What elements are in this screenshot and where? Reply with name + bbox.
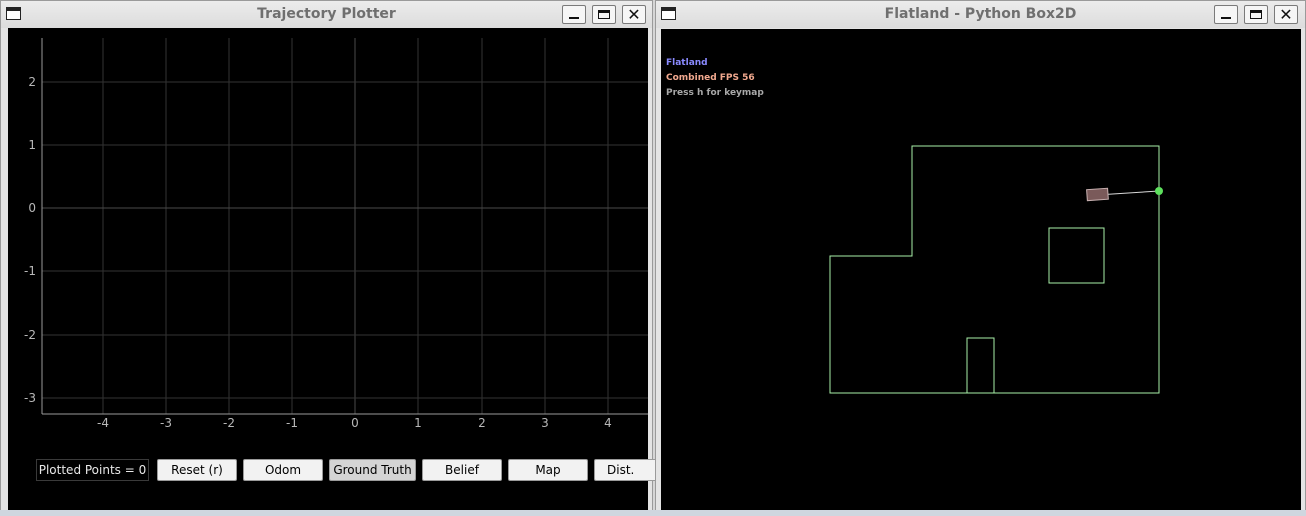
dist-button[interactable]: Dist. xyxy=(594,459,664,481)
maximize-icon[interactable] xyxy=(1244,5,1268,24)
y-tick-label: 2 xyxy=(28,75,36,89)
square-obstacle xyxy=(1048,227,1105,284)
plot-area[interactable]: 2 1 0 -1 -2 -3 -4 -3 -2 -1 0 1 2 3 4 Plo… xyxy=(8,28,664,510)
reset-button[interactable]: Reset (r) xyxy=(157,459,237,481)
x-tick-label: -2 xyxy=(223,416,235,430)
x-tick-label: -4 xyxy=(97,416,109,430)
minimize-icon[interactable] xyxy=(1214,5,1238,24)
y-tick-label: 1 xyxy=(28,138,36,152)
narrow-obstacle xyxy=(966,337,995,394)
plotter-titlebar[interactable]: Trajectory Plotter ✕ xyxy=(1,1,652,28)
flatland-title: Flatland - Python Box2D xyxy=(884,6,1077,22)
flatland-titlebar[interactable]: Flatland - Python Box2D ✕ xyxy=(656,1,1305,28)
belief-button[interactable]: Belief xyxy=(422,459,502,481)
x-tick-label: 0 xyxy=(351,416,359,430)
y-tick-label: 0 xyxy=(28,201,36,215)
x-tick-label: 4 xyxy=(604,416,612,430)
x-tick-label: 1 xyxy=(414,416,422,430)
map-button[interactable]: Map xyxy=(508,459,588,481)
close-icon[interactable]: ✕ xyxy=(622,5,646,24)
ground-truth-button[interactable]: Ground Truth xyxy=(329,459,416,481)
x-tick-label: -3 xyxy=(160,416,172,430)
taskbar-strip xyxy=(0,510,1306,516)
simulation-canvas[interactable]: Flatland Combined FPS 56 Press h for key… xyxy=(661,29,1301,510)
y-tick-label: -2 xyxy=(24,328,36,342)
x-tick-label: -1 xyxy=(286,416,298,430)
close-icon[interactable]: ✕ xyxy=(1274,5,1298,24)
plotted-points-label: Plotted Points = 0 xyxy=(36,459,149,481)
y-tick-label: -1 xyxy=(24,264,36,278)
flatland-window[interactable]: Flatland - Python Box2D ✕ Flatland Combi… xyxy=(655,0,1306,516)
target-point xyxy=(1155,187,1163,195)
plot-svg: 2 1 0 -1 -2 -3 -4 -3 -2 -1 0 1 2 3 4 xyxy=(24,38,648,430)
trajectory-plotter-window[interactable]: Trajectory Plotter ✕ 2 1 0 -1 -2 -3 -4 -… xyxy=(0,0,664,516)
y-tick-label: -3 xyxy=(24,391,36,405)
world-svg xyxy=(829,145,1163,394)
minimize-icon[interactable] xyxy=(562,5,586,24)
odom-button[interactable]: Odom xyxy=(243,459,323,481)
x-tick-label: 3 xyxy=(541,416,549,430)
x-tick-label: 2 xyxy=(478,416,486,430)
robot-body xyxy=(1086,187,1109,202)
plotter-title: Trajectory Plotter xyxy=(257,6,396,22)
maximize-icon[interactable] xyxy=(592,5,616,24)
